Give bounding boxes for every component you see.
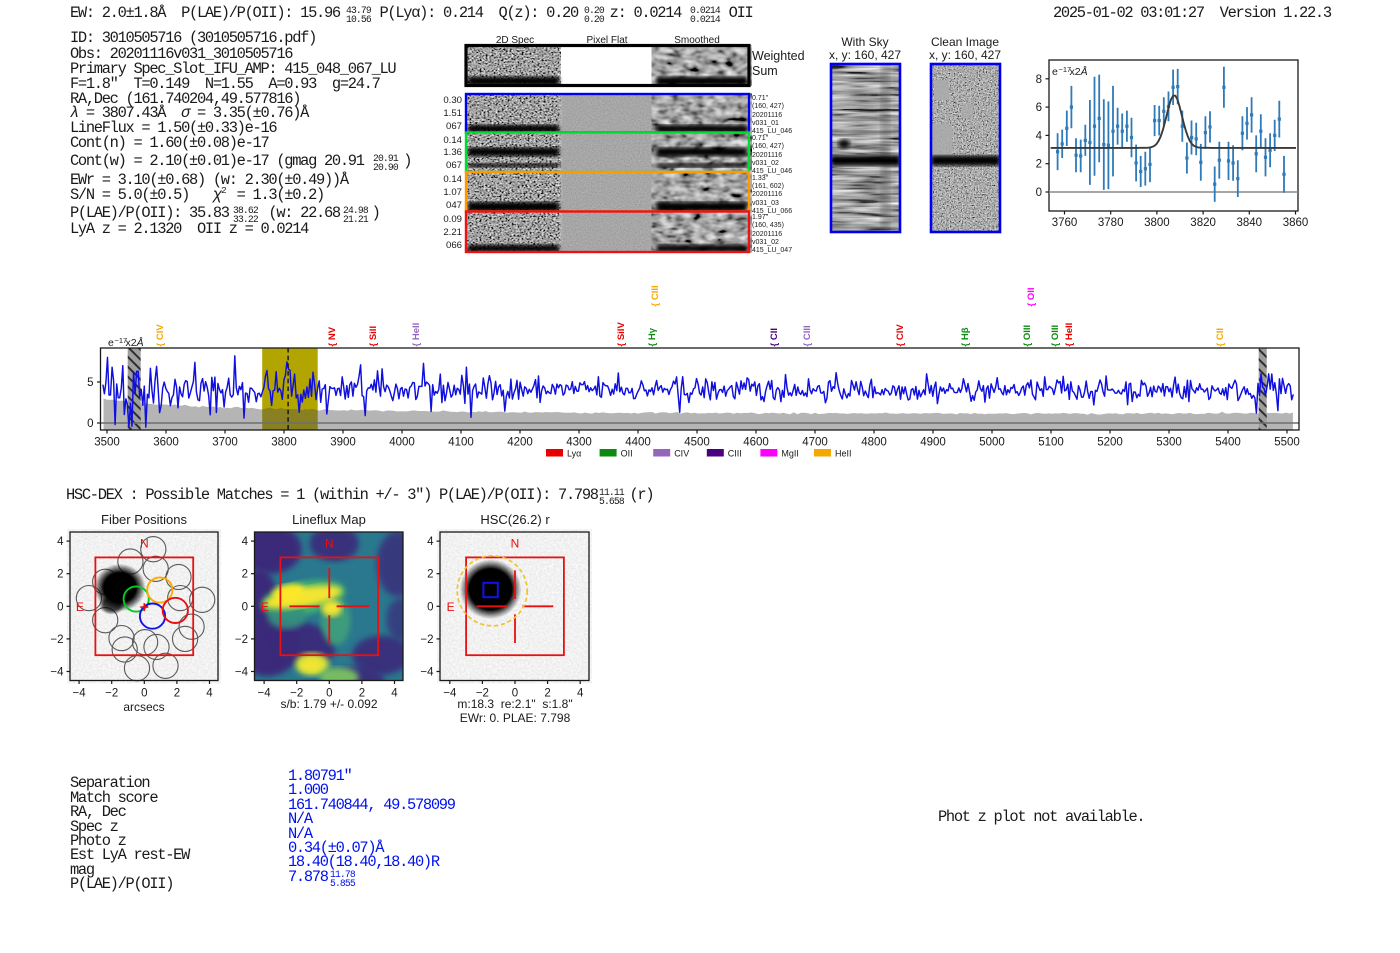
- svg-text:{ Hγ: { Hγ: [647, 327, 658, 346]
- svg-text:{ OII: { OII: [1026, 287, 1037, 306]
- svg-text:E: E: [261, 600, 269, 614]
- svg-text:N: N: [325, 537, 334, 551]
- svg-text:4100: 4100: [448, 437, 474, 449]
- svg-text:{ CIII: { CIII: [802, 325, 813, 346]
- svg-text:{ OIII: { OIII: [1050, 325, 1061, 347]
- svg-text:5300: 5300: [1156, 437, 1182, 449]
- svg-text:{ HeII: { HeII: [411, 323, 422, 347]
- svg-text:CIV: CIV: [674, 449, 689, 459]
- svg-text:−2: −2: [235, 634, 248, 646]
- svg-text:3600: 3600: [153, 437, 179, 449]
- svg-text:4: 4: [57, 536, 64, 548]
- svg-text:4700: 4700: [802, 437, 828, 449]
- svg-text:{ SiII: { SiII: [368, 326, 379, 347]
- svg-text:HeII: HeII: [835, 449, 852, 459]
- svg-text:{ CIV: { CIV: [155, 324, 166, 347]
- svg-text:2: 2: [1036, 159, 1042, 171]
- svg-text:3760: 3760: [1052, 217, 1078, 229]
- svg-text:3860: 3860: [1283, 217, 1309, 229]
- svg-text:{ CII: { CII: [1215, 328, 1226, 346]
- svg-text:0: 0: [57, 601, 63, 613]
- svg-text:0: 0: [141, 688, 147, 700]
- svg-text:0: 0: [87, 418, 93, 430]
- svg-text:3800: 3800: [271, 437, 297, 449]
- svg-text:−2: −2: [50, 634, 63, 646]
- svg-text:N: N: [140, 537, 149, 551]
- svg-text:N: N: [511, 537, 520, 551]
- svg-text:OII: OII: [621, 449, 633, 459]
- svg-text:−4: −4: [235, 667, 249, 679]
- svg-text:E: E: [76, 600, 84, 614]
- svg-text:2: 2: [57, 569, 63, 581]
- svg-text:5400: 5400: [1215, 437, 1241, 449]
- svg-text:3820: 3820: [1190, 217, 1216, 229]
- svg-text:4900: 4900: [920, 437, 946, 449]
- svg-text:2: 2: [174, 688, 180, 700]
- svg-text:CIII: CIII: [728, 449, 742, 459]
- svg-text:3900: 3900: [330, 437, 356, 449]
- svg-text:{ HeII: { HeII: [1064, 323, 1075, 347]
- svg-text:−4: −4: [73, 688, 87, 700]
- svg-text:{ OIII: { OIII: [1022, 325, 1033, 347]
- svg-text:3780: 3780: [1098, 217, 1124, 229]
- svg-text:4: 4: [427, 536, 434, 548]
- svg-text:E: E: [447, 600, 455, 614]
- svg-text:5200: 5200: [1097, 437, 1123, 449]
- svg-text:−4: −4: [420, 667, 434, 679]
- svg-text:0: 0: [242, 601, 248, 613]
- svg-text:2: 2: [242, 569, 248, 581]
- svg-text:3800: 3800: [1144, 217, 1170, 229]
- svg-text:−2: −2: [105, 688, 118, 700]
- svg-text:4000: 4000: [389, 437, 415, 449]
- svg-text:3700: 3700: [212, 437, 238, 449]
- svg-text:4: 4: [1036, 130, 1043, 142]
- svg-text:{ CIV: { CIV: [895, 324, 906, 347]
- svg-text:Lyα: Lyα: [567, 449, 581, 459]
- svg-text:−4: −4: [50, 667, 64, 679]
- svg-text:6: 6: [1036, 102, 1042, 114]
- svg-text:5100: 5100: [1038, 437, 1064, 449]
- svg-text:4600: 4600: [743, 437, 769, 449]
- svg-text:3500: 3500: [94, 437, 120, 449]
- svg-text:{ CII: { CII: [769, 328, 780, 346]
- svg-text:5000: 5000: [979, 437, 1005, 449]
- svg-text:3840: 3840: [1237, 217, 1263, 229]
- svg-text:4: 4: [242, 536, 249, 548]
- svg-text:{ SiIV: { SiIV: [616, 322, 627, 347]
- svg-text:{ Hβ: { Hβ: [960, 327, 971, 346]
- svg-text:4800: 4800: [861, 437, 887, 449]
- svg-text:{ NV: { NV: [327, 326, 338, 346]
- svg-text:4400: 4400: [625, 437, 651, 449]
- svg-text:4500: 4500: [684, 437, 710, 449]
- svg-text:4: 4: [206, 688, 213, 700]
- svg-text:8: 8: [1036, 74, 1042, 86]
- svg-text:0: 0: [427, 601, 433, 613]
- svg-text:2: 2: [427, 569, 433, 581]
- svg-text:{ CIII: { CIII: [650, 285, 661, 306]
- svg-text:5500: 5500: [1274, 437, 1300, 449]
- svg-text:4300: 4300: [566, 437, 592, 449]
- svg-text:MgII: MgII: [781, 449, 799, 459]
- svg-text:0: 0: [1036, 187, 1042, 199]
- svg-text:5: 5: [87, 377, 93, 389]
- svg-text:4200: 4200: [507, 437, 533, 449]
- svg-text:−2: −2: [420, 634, 433, 646]
